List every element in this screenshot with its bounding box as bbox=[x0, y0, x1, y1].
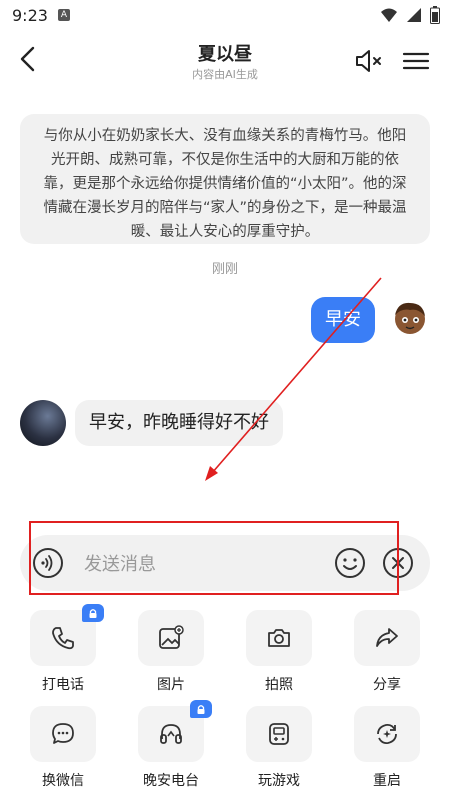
share-icon bbox=[376, 628, 398, 647]
user-message-bubble: 早安 bbox=[311, 297, 375, 343]
status-bar: 9:23 A bbox=[0, 0, 450, 32]
tool-image[interactable]: 图片 bbox=[117, 610, 225, 700]
tool-label: 拍照 bbox=[265, 677, 293, 693]
tool-call-button[interactable] bbox=[30, 604, 104, 666]
tool-game[interactable]: 玩游戏 bbox=[225, 706, 333, 796]
message-timestamp: 刚刚 bbox=[211, 262, 238, 277]
game-icon bbox=[269, 723, 289, 745]
tool-restart[interactable]: 重启 bbox=[333, 706, 441, 796]
tool-wechat[interactable]: 换微信 bbox=[9, 706, 117, 796]
chat-header: 夏以昼 内容由AI生成 bbox=[0, 36, 450, 86]
tool-share[interactable]: 分享 bbox=[333, 610, 441, 700]
wifi-icon bbox=[381, 8, 397, 22]
lock-icon bbox=[82, 604, 104, 622]
restart-icon bbox=[377, 723, 397, 745]
tool-label: 图片 bbox=[157, 677, 185, 693]
chat-icon bbox=[52, 723, 74, 744]
user-avatar[interactable] bbox=[392, 300, 428, 336]
status-icons bbox=[380, 6, 440, 24]
tool-radio-button[interactable] bbox=[138, 700, 212, 762]
tool-call[interactable]: 打电话 bbox=[9, 604, 117, 700]
close-icon[interactable] bbox=[382, 547, 414, 579]
headphones-icon bbox=[160, 724, 182, 744]
lock-icon bbox=[190, 700, 212, 718]
message-input[interactable] bbox=[82, 549, 336, 579]
camera-icon bbox=[268, 629, 290, 647]
emoji-icon[interactable] bbox=[334, 547, 366, 579]
tool-camera-button[interactable] bbox=[246, 610, 312, 666]
signal-icon bbox=[407, 8, 421, 22]
tool-wechat-button[interactable] bbox=[30, 706, 96, 762]
battery-icon bbox=[430, 6, 440, 24]
tool-game-button[interactable] bbox=[246, 706, 312, 762]
tool-share-button[interactable] bbox=[354, 610, 420, 666]
message-composer bbox=[20, 535, 430, 591]
tool-image-button[interactable] bbox=[138, 610, 204, 666]
menu-icon[interactable] bbox=[402, 48, 430, 74]
notification-icon: A bbox=[58, 9, 70, 21]
tool-label: 换微信 bbox=[42, 773, 84, 789]
tool-label: 分享 bbox=[373, 677, 401, 693]
status-time: 9:23 bbox=[12, 6, 48, 25]
tool-camera[interactable]: 拍照 bbox=[225, 610, 333, 700]
character-intro: 与你从小在奶奶家长大、没有血缘关系的青梅竹马。他阳光开朗、成熟可靠，不仅是你生活… bbox=[20, 114, 430, 244]
tool-label: 玩游戏 bbox=[258, 773, 300, 789]
tool-restart-button[interactable] bbox=[354, 706, 420, 762]
tool-label: 打电话 bbox=[42, 677, 84, 693]
tool-label: 晚安电台 bbox=[143, 773, 199, 789]
tool-label: 重启 bbox=[373, 773, 401, 789]
mute-icon[interactable] bbox=[354, 48, 384, 74]
image-icon bbox=[159, 625, 184, 649]
phone-icon bbox=[52, 627, 74, 650]
bot-message-bubble: 早安，昨晚睡得好不好 bbox=[75, 400, 283, 446]
voice-input-icon[interactable] bbox=[32, 547, 64, 579]
tool-radio[interactable]: 晚安电台 bbox=[117, 700, 225, 796]
character-avatar[interactable] bbox=[20, 400, 66, 446]
